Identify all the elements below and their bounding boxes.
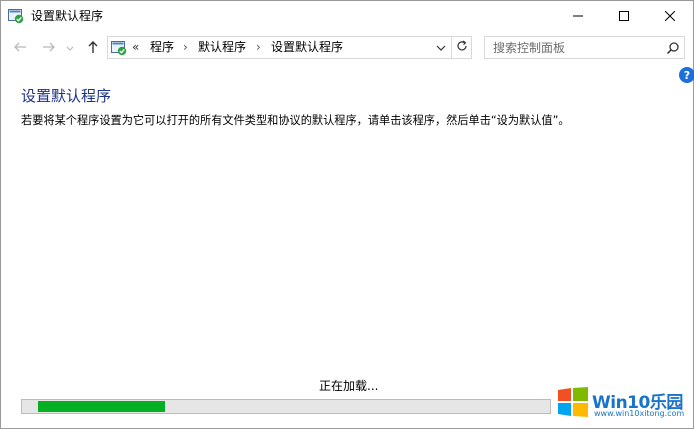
window-title: 设置默认程序 (31, 9, 104, 23)
search-box[interactable] (484, 36, 685, 59)
arrow-right-icon (42, 40, 56, 57)
win10-logo-watermark: Win10乐园 www.win10xitong.com (557, 387, 687, 421)
search-icon[interactable] (666, 41, 680, 55)
arrow-left-icon (13, 40, 27, 57)
maximize-button[interactable] (601, 1, 647, 31)
windows-logo-icon (557, 387, 589, 417)
minimize-icon (573, 11, 583, 21)
progress-bar-fill (38, 401, 165, 412)
navigation-bar: « 程序 › 默认程序 › 设置默认程序 (1, 31, 693, 65)
back-button[interactable] (11, 39, 29, 57)
control-panel-window: 设置默认程序 « 程序 › 默认程序 › 设置默认程序 搜索控制面板 ? 设置默… (0, 0, 694, 429)
refresh-icon (456, 40, 468, 55)
loading-progress-bar (21, 399, 551, 414)
watermark-url: www.win10xitong.com (594, 409, 685, 418)
up-button[interactable] (84, 39, 102, 57)
refresh-button[interactable] (451, 36, 472, 59)
breadcrumb-separator[interactable]: › (256, 40, 261, 55)
breadcrumb-programs[interactable]: 程序 (150, 40, 174, 55)
close-button[interactable] (647, 1, 693, 31)
search-input[interactable] (485, 37, 655, 58)
address-bar[interactable]: « 程序 › 默认程序 › 设置默认程序 (107, 36, 454, 59)
close-icon (665, 11, 675, 21)
breadcrumb-default-programs[interactable]: 默认程序 (198, 40, 246, 55)
arrow-up-icon (86, 40, 100, 57)
maximize-icon (619, 11, 629, 21)
loading-status: 正在加载... (319, 379, 379, 393)
chevron-down-icon (66, 41, 74, 55)
breadcrumb-set-default-programs[interactable]: 设置默认程序 (271, 40, 343, 55)
control-panel-icon (111, 40, 127, 56)
address-overflow-button[interactable]: « (132, 40, 139, 55)
default-programs-icon (8, 8, 24, 24)
breadcrumb-separator[interactable]: › (183, 40, 188, 55)
page-title: 设置默认程序 (21, 87, 112, 105)
title-bar[interactable]: 设置默认程序 (1, 1, 693, 31)
minimize-button[interactable] (555, 1, 601, 31)
recent-locations-button[interactable] (64, 39, 76, 57)
address-history-chevron-down-icon[interactable] (434, 41, 448, 55)
help-button[interactable]: ? (679, 67, 694, 83)
forward-button[interactable] (40, 39, 58, 57)
page-description: 若要将某个程序设置为它可以打开的所有文件类型和协议的默认程序，请单击该程序，然后… (21, 114, 570, 127)
